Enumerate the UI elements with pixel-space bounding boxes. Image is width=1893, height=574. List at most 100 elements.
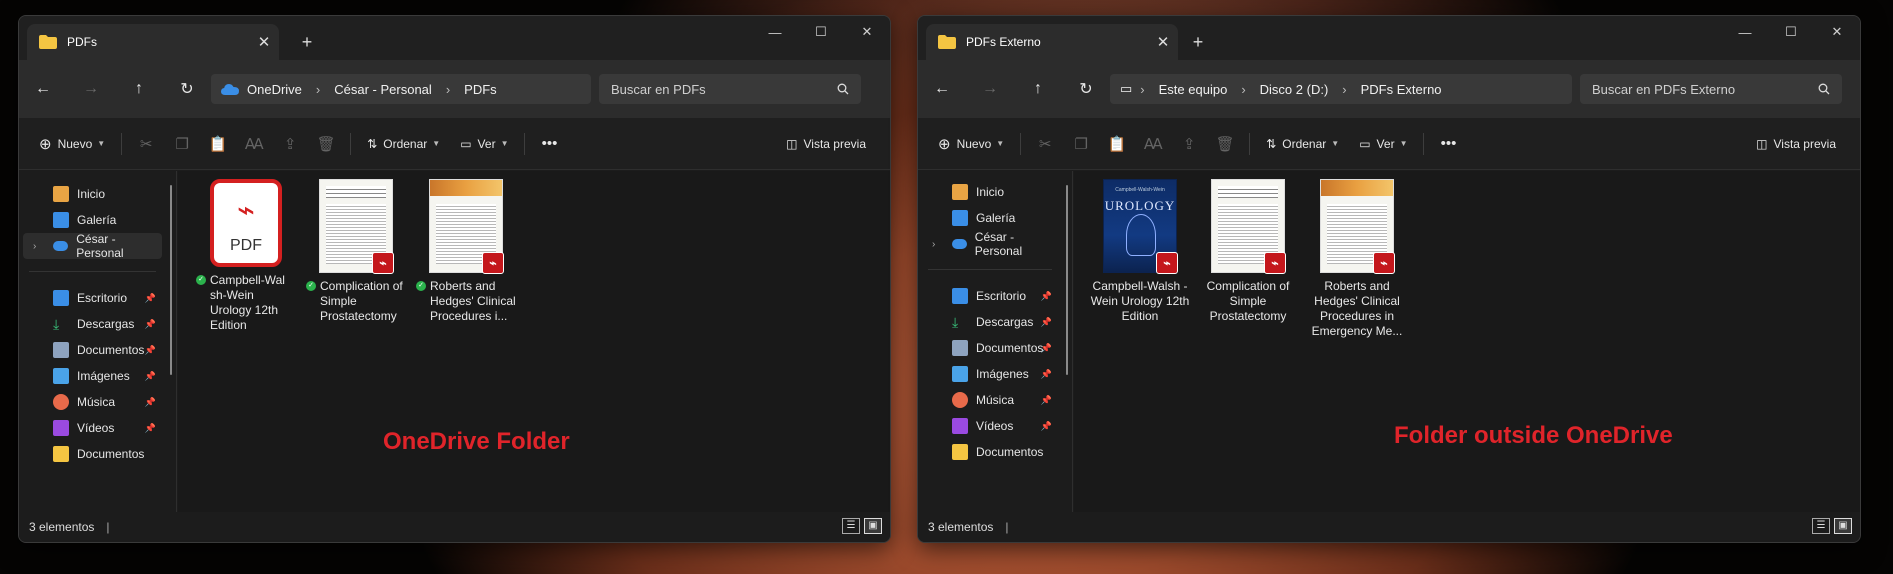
sidebar-item-onedrive-personal[interactable]: › César - Personal [23, 232, 162, 260]
breadcrumb-onedrive[interactable]: OneDrive [247, 82, 302, 97]
maximize-icon[interactable]: ☐ [798, 16, 844, 48]
rename-icon[interactable]: Ꜳ [236, 128, 272, 160]
scrollbar[interactable] [170, 185, 172, 375]
share-icon[interactable]: ⇪ [272, 128, 308, 160]
sidebar-item-pictures[interactable]: Imágenes 📌 [23, 363, 162, 389]
sidebar-item-music[interactable]: Música 📌 [23, 389, 162, 415]
up-icon[interactable]: ↑ [115, 73, 163, 105]
new-tab-icon[interactable]: + [1186, 32, 1210, 53]
preview-button[interactable]: ◫ Vista previa [776, 128, 876, 160]
tab-pdfs-externo[interactable]: PDFs Externo ✕ [926, 24, 1178, 60]
pin-icon[interactable]: 📌 [1041, 421, 1052, 432]
delete-icon[interactable]: 🗑 [1207, 128, 1243, 160]
new-button[interactable]: ⊕ Nuevo ▼ [928, 128, 1014, 160]
file-item[interactable]: ⌁ Complication of Simple Prostatectomy [1198, 179, 1298, 324]
forward-icon[interactable]: → [67, 73, 115, 105]
large-icons-view-icon[interactable]: ▣ [1834, 518, 1852, 534]
rename-icon[interactable]: Ꜳ [1135, 128, 1171, 160]
details-view-icon[interactable]: ☰ [1812, 518, 1830, 534]
sidebar-item-home[interactable]: Inicio [23, 181, 162, 207]
sidebar-item-home[interactable]: Inicio [922, 179, 1058, 205]
pin-icon[interactable]: 📌 [1041, 317, 1052, 328]
refresh-icon[interactable]: ↻ [1062, 73, 1110, 105]
sidebar-item-gallery[interactable]: Galería [23, 207, 162, 233]
minimize-icon[interactable]: — [1722, 16, 1768, 48]
refresh-icon[interactable]: ↻ [163, 73, 211, 105]
close-icon[interactable]: ✕ [844, 16, 890, 48]
pin-icon[interactable]: 📌 [1041, 369, 1052, 380]
close-icon[interactable]: ✕ [1814, 16, 1860, 48]
breadcrumb-pdfs-externo[interactable]: PDFs Externo [1361, 82, 1442, 97]
pin-icon[interactable]: 📌 [145, 319, 156, 330]
tab-pdfs[interactable]: PDFs ✕ [27, 24, 279, 60]
address-bar[interactable]: OneDrive › César - Personal › PDFs [211, 74, 591, 104]
paste-icon[interactable]: 📋 [1099, 128, 1135, 160]
sidebar-item-documents[interactable]: Documentos 📌 [922, 335, 1058, 361]
divider [928, 269, 1052, 270]
minimize-icon[interactable]: — [752, 16, 798, 48]
pin-icon[interactable]: 📌 [1041, 343, 1052, 354]
file-item[interactable]: ⌁ ✓ Roberts and Hedges' Clinical Procedur… [416, 179, 516, 324]
breadcrumb-this-pc[interactable]: Este equipo [1159, 82, 1228, 97]
large-icons-view-icon[interactable]: ▣ [864, 518, 882, 534]
sort-button[interactable]: ⇅ Ordenar ▼ [357, 128, 450, 160]
up-icon[interactable]: ↑ [1014, 73, 1062, 105]
breadcrumb-drive-d[interactable]: Disco 2 (D:) [1260, 82, 1329, 97]
chevron-right-icon[interactable]: › [932, 239, 935, 250]
new-tab-icon[interactable]: + [295, 32, 319, 53]
pin-icon[interactable]: 📌 [145, 397, 156, 408]
file-item[interactable]: ⌁ ✓ Complication of Simple Prostatectomy [306, 179, 406, 324]
file-item[interactable]: ⌁ Roberts and Hedges' Clinical Procedure… [1307, 179, 1407, 339]
copy-icon[interactable]: ❐ [1063, 128, 1099, 160]
sidebar-item-pictures[interactable]: Imágenes 📌 [922, 361, 1058, 387]
sidebar-item-downloads[interactable]: ⤓ Descargas 📌 [922, 309, 1058, 335]
delete-icon[interactable]: 🗑 [308, 128, 344, 160]
file-item[interactable]: ⌁ PDF ✓ Campbell-Wal sh-Wein Urology 12th… [196, 179, 296, 333]
view-button[interactable]: ▭ Ver ▼ [1349, 128, 1417, 160]
search-input[interactable]: Buscar en PDFs Externo [1580, 74, 1842, 104]
pin-icon[interactable]: 📌 [145, 345, 156, 356]
breadcrumb-personal[interactable]: César - Personal [334, 82, 432, 97]
pin-icon[interactable]: 📌 [1041, 395, 1052, 406]
cut-icon[interactable]: ✂ [128, 128, 164, 160]
onedrive-cloud-icon [952, 239, 967, 249]
pin-icon[interactable]: 📌 [145, 423, 156, 434]
copy-icon[interactable]: ❐ [164, 128, 200, 160]
more-options-icon[interactable]: ••• [531, 128, 567, 160]
details-view-icon[interactable]: ☰ [842, 518, 860, 534]
sidebar-item-videos[interactable]: Vídeos 📌 [23, 415, 162, 441]
tab-close-icon[interactable]: ✕ [249, 33, 279, 51]
sort-button[interactable]: ⇅ Ordenar ▼ [1256, 128, 1349, 160]
pin-icon[interactable]: 📌 [1041, 291, 1052, 302]
file-item[interactable]: Campbell-Walsh-Wein UROLOGY ⌁ Campbell-W… [1090, 179, 1190, 324]
sidebar-item-desktop[interactable]: Escritorio 📌 [23, 285, 162, 311]
new-button[interactable]: ⊕ Nuevo ▼ [29, 128, 115, 160]
pin-icon[interactable]: 📌 [145, 293, 156, 304]
sidebar-item-music[interactable]: Música 📌 [922, 387, 1058, 413]
forward-icon[interactable]: → [966, 73, 1014, 105]
view-button[interactable]: ▭ Ver ▼ [450, 128, 518, 160]
sidebar-item-documents-folder[interactable]: Documentos [23, 441, 162, 467]
sidebar-item-desktop[interactable]: Escritorio 📌 [922, 283, 1058, 309]
more-options-icon[interactable]: ••• [1430, 128, 1466, 160]
sidebar-item-downloads[interactable]: ⤓ Descargas 📌 [23, 311, 162, 337]
cut-icon[interactable]: ✂ [1027, 128, 1063, 160]
breadcrumb-pdfs[interactable]: PDFs [464, 82, 497, 97]
back-icon[interactable]: ← [19, 73, 67, 105]
paste-icon[interactable]: 📋 [200, 128, 236, 160]
share-icon[interactable]: ⇪ [1171, 128, 1207, 160]
sidebar-item-onedrive-personal[interactable]: › César - Personal [922, 230, 1058, 258]
sidebar-item-documents-folder[interactable]: Documentos [922, 439, 1058, 465]
sidebar-item-documents[interactable]: Documentos 📌 [23, 337, 162, 363]
search-input[interactable]: Buscar en PDFs [599, 74, 861, 104]
sidebar-item-videos[interactable]: Vídeos 📌 [922, 413, 1058, 439]
address-bar[interactable]: ▭ › Este equipo › Disco 2 (D:) › PDFs Ex… [1110, 74, 1572, 104]
back-icon[interactable]: ← [918, 73, 966, 105]
chevron-right-icon[interactable]: › [33, 241, 36, 252]
pin-icon[interactable]: 📌 [145, 371, 156, 382]
scrollbar[interactable] [1066, 185, 1068, 375]
sidebar-item-gallery[interactable]: Galería [922, 205, 1058, 231]
preview-button[interactable]: ◫ Vista previa [1746, 128, 1846, 160]
tab-close-icon[interactable]: ✕ [1148, 33, 1178, 51]
maximize-icon[interactable]: ☐ [1768, 16, 1814, 48]
